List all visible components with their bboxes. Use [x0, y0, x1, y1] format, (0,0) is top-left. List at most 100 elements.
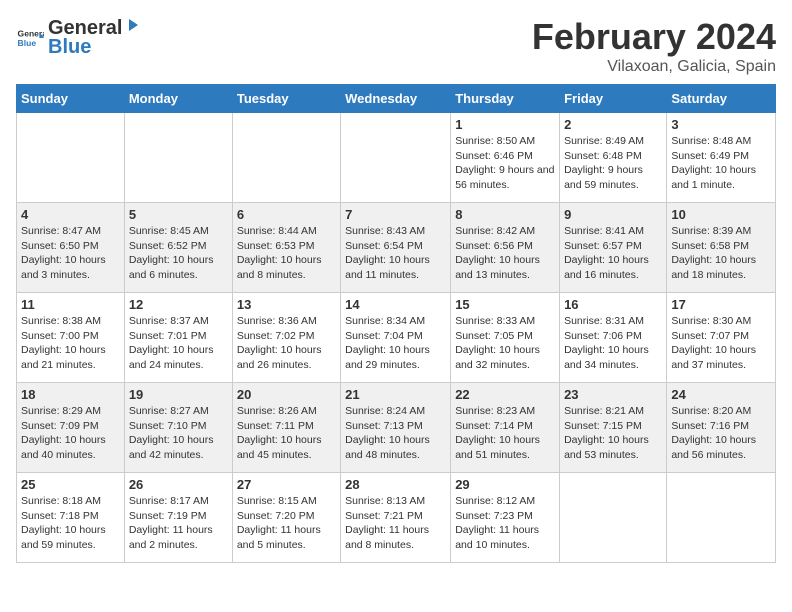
day-number: 23 [564, 387, 662, 402]
calendar-cell: 22 Sunrise: 8:23 AMSunset: 7:14 PMDayligh… [451, 383, 560, 473]
day-info: Sunrise: 8:49 AMSunset: 6:48 PMDaylight:… [564, 134, 662, 193]
day-info: Sunrise: 8:34 AMSunset: 7:04 PMDaylight:… [345, 314, 446, 373]
day-info: Sunrise: 8:44 AMSunset: 6:53 PMDaylight:… [237, 224, 336, 283]
day-info: Sunrise: 8:24 AMSunset: 7:13 PMDaylight:… [345, 404, 446, 463]
logo: General Blue General Blue [16, 16, 142, 59]
calendar-cell: 17Sunrise: 8:30 AMSunset: 7:07 PMDayligh… [667, 293, 776, 383]
day-info: Sunrise: 8:37 AMSunset: 7:01 PMDaylight:… [129, 314, 228, 373]
week-row-5: 25 Sunrise: 8:18 AMSunset: 7:18 PMDayligh… [17, 473, 776, 563]
day-number: 11 [21, 297, 120, 312]
calendar-cell: 1 Sunrise: 8:50 AMSunset: 6:46 PMDaylight… [451, 113, 560, 203]
week-row-4: 18 Sunrise: 8:29 AMSunset: 7:09 PMDayligh… [17, 383, 776, 473]
day-number: 6 [237, 207, 336, 222]
day-info: Sunrise: 8:21 AMSunset: 7:15 PMDaylight:… [564, 404, 662, 463]
day-info: Sunrise: 8:26 AMSunset: 7:11 PMDaylight:… [237, 404, 336, 463]
day-number: 2 [564, 117, 662, 132]
calendar-cell: 2 Sunrise: 8:49 AMSunset: 6:48 PMDaylight… [560, 113, 667, 203]
day-info: Sunrise: 8:27 AMSunset: 7:10 PMDaylight:… [129, 404, 228, 463]
day-info: Sunrise: 8:18 AMSunset: 7:18 PMDaylight:… [21, 494, 120, 553]
day-header-saturday: Saturday [667, 85, 776, 113]
day-number: 19 [129, 387, 228, 402]
day-number: 26 [129, 477, 228, 492]
day-number: 8 [455, 207, 555, 222]
day-number: 25 [21, 477, 120, 492]
day-number: 12 [129, 297, 228, 312]
calendar-cell [232, 113, 340, 203]
calendar-cell: 19 Sunrise: 8:27 AMSunset: 7:10 PMDayligh… [124, 383, 232, 473]
calendar-header-row: SundayMondayTuesdayWednesdayThursdayFrid… [17, 85, 776, 113]
day-info: Sunrise: 8:50 AMSunset: 6:46 PMDaylight:… [455, 134, 555, 193]
day-header-thursday: Thursday [451, 85, 560, 113]
week-row-2: 4Sunrise: 8:47 AMSunset: 6:50 PMDaylight… [17, 203, 776, 293]
day-info: Sunrise: 8:33 AMSunset: 7:05 PMDaylight:… [455, 314, 555, 373]
day-header-friday: Friday [560, 85, 667, 113]
calendar-cell: 15Sunrise: 8:33 AMSunset: 7:05 PMDayligh… [451, 293, 560, 383]
calendar-cell: 16 Sunrise: 8:31 AMSunset: 7:06 PMDayligh… [560, 293, 667, 383]
day-number: 14 [345, 297, 446, 312]
logo-blue: Blue [48, 36, 91, 58]
day-info: Sunrise: 8:13 AMSunset: 7:21 PMDaylight:… [345, 494, 446, 553]
calendar-cell: 18 Sunrise: 8:29 AMSunset: 7:09 PMDayligh… [17, 383, 125, 473]
calendar-cell: 5 Sunrise: 8:45 AMSunset: 6:52 PMDaylight… [124, 203, 232, 293]
calendar-cell: 14 Sunrise: 8:34 AMSunset: 7:04 PMDayligh… [341, 293, 451, 383]
calendar-cell: 11 Sunrise: 8:38 AMSunset: 7:00 PMDayligh… [17, 293, 125, 383]
calendar-cell: 8 Sunrise: 8:42 AMSunset: 6:56 PMDaylight… [451, 203, 560, 293]
calendar-cell: 24 Sunrise: 8:20 AMSunset: 7:16 PMDayligh… [667, 383, 776, 473]
calendar-cell [341, 113, 451, 203]
day-number: 27 [237, 477, 336, 492]
calendar-cell: 21 Sunrise: 8:24 AMSunset: 7:13 PMDayligh… [341, 383, 451, 473]
svg-text:Blue: Blue [18, 37, 37, 47]
day-number: 4 [21, 207, 120, 222]
day-number: 10 [671, 207, 771, 222]
calendar-cell: 10 Sunrise: 8:39 AMSunset: 6:58 PMDayligh… [667, 203, 776, 293]
day-info: Sunrise: 8:31 AMSunset: 7:06 PMDaylight:… [564, 314, 662, 373]
day-info: Sunrise: 8:48 AMSunset: 6:49 PMDaylight:… [671, 134, 771, 193]
day-number: 28 [345, 477, 446, 492]
calendar-cell: 12 Sunrise: 8:37 AMSunset: 7:01 PMDayligh… [124, 293, 232, 383]
calendar-subtitle: Vilaxoan, Galicia, Spain [532, 58, 776, 76]
day-info: Sunrise: 8:42 AMSunset: 6:56 PMDaylight:… [455, 224, 555, 283]
calendar-cell [560, 473, 667, 563]
day-header-wednesday: Wednesday [341, 85, 451, 113]
day-info: Sunrise: 8:17 AMSunset: 7:19 PMDaylight:… [129, 494, 228, 553]
day-number: 1 [455, 117, 555, 132]
calendar-cell: 3 Sunrise: 8:48 AMSunset: 6:49 PMDaylight… [667, 113, 776, 203]
calendar-cell: 7 Sunrise: 8:43 AMSunset: 6:54 PMDaylight… [341, 203, 451, 293]
day-info: Sunrise: 8:38 AMSunset: 7:00 PMDaylight:… [21, 314, 120, 373]
day-number: 22 [455, 387, 555, 402]
header: General Blue General Blue February 2024 … [16, 16, 776, 76]
day-info: Sunrise: 8:45 AMSunset: 6:52 PMDaylight:… [129, 224, 228, 283]
calendar-cell: 4Sunrise: 8:47 AMSunset: 6:50 PMDaylight… [17, 203, 125, 293]
day-info: Sunrise: 8:20 AMSunset: 7:16 PMDaylight:… [671, 404, 771, 463]
day-number: 21 [345, 387, 446, 402]
day-number: 7 [345, 207, 446, 222]
day-header-tuesday: Tuesday [232, 85, 340, 113]
calendar-cell: 20 Sunrise: 8:26 AMSunset: 7:11 PMDayligh… [232, 383, 340, 473]
calendar-cell: 28 Sunrise: 8:13 AMSunset: 7:21 PMDayligh… [341, 473, 451, 563]
day-number: 20 [237, 387, 336, 402]
day-header-sunday: Sunday [17, 85, 125, 113]
day-info: Sunrise: 8:39 AMSunset: 6:58 PMDaylight:… [671, 224, 771, 283]
day-info: Sunrise: 8:23 AMSunset: 7:14 PMDaylight:… [455, 404, 555, 463]
calendar-cell [17, 113, 125, 203]
day-number: 3 [671, 117, 771, 132]
calendar-cell: 27Sunrise: 8:15 AMSunset: 7:20 PMDayligh… [232, 473, 340, 563]
logo-icon: General Blue [16, 24, 44, 52]
day-info: Sunrise: 8:12 AMSunset: 7:23 PMDaylight:… [455, 494, 555, 553]
day-info: Sunrise: 8:41 AMSunset: 6:57 PMDaylight:… [564, 224, 662, 283]
day-info: Sunrise: 8:36 AMSunset: 7:02 PMDaylight:… [237, 314, 336, 373]
day-number: 5 [129, 207, 228, 222]
day-info: Sunrise: 8:43 AMSunset: 6:54 PMDaylight:… [345, 224, 446, 283]
calendar-cell: 9 Sunrise: 8:41 AMSunset: 6:57 PMDaylight… [560, 203, 667, 293]
day-number: 16 [564, 297, 662, 312]
day-number: 29 [455, 477, 555, 492]
calendar-cell [124, 113, 232, 203]
day-info: Sunrise: 8:29 AMSunset: 7:09 PMDaylight:… [21, 404, 120, 463]
day-number: 24 [671, 387, 771, 402]
title-area: February 2024 Vilaxoan, Galicia, Spain [532, 16, 776, 76]
calendar-cell: 23 Sunrise: 8:21 AMSunset: 7:15 PMDayligh… [560, 383, 667, 473]
day-number: 17 [671, 297, 771, 312]
day-number: 18 [21, 387, 120, 402]
logo-arrow-icon [123, 16, 141, 34]
day-number: 9 [564, 207, 662, 222]
